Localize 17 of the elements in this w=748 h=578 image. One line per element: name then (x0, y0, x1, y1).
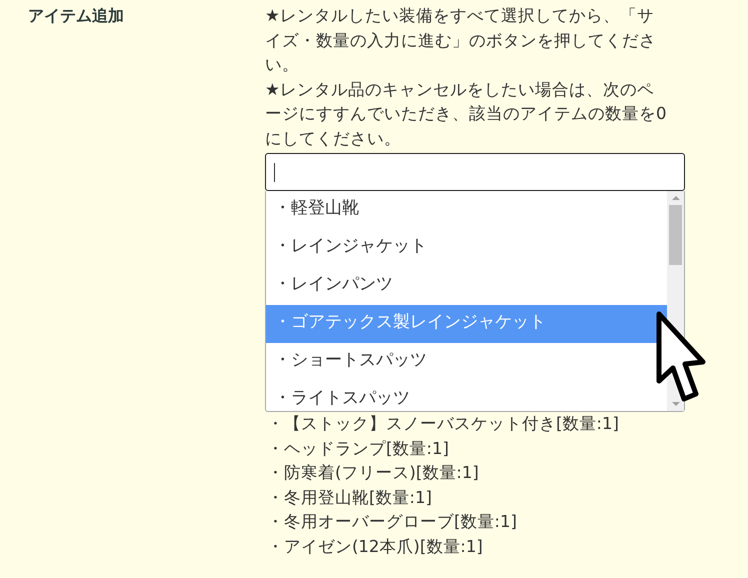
selected-item: ・冬用オーバーグローブ[数量:1] (266, 511, 518, 533)
text-cursor (274, 163, 275, 182)
selected-item: ・防寒着(フリース)[数量:1] (266, 462, 480, 484)
search-field[interactable] (265, 153, 685, 191)
dropdown-option[interactable]: ・ライトスパッツ (266, 381, 667, 411)
selected-item: ・ヘッドランプ[数量:1] (266, 438, 450, 460)
dropdown-option[interactable]: ・レインジャケット (266, 229, 667, 267)
field-label: アイテム追加 (28, 6, 124, 25)
selected-item: ・アイゼン(12本爪)[数量:1] (266, 536, 484, 558)
dropdown-option[interactable]: ・レインパンツ (266, 267, 667, 305)
selected-item: ・冬用登山靴[数量:1] (266, 486, 433, 508)
selected-item: ・【ストック】スノーバスケット付き[数量:1] (266, 413, 620, 435)
scrollbar-thumb[interactable] (669, 205, 682, 265)
instruction-text: ★レンタル品のキャンセルをしたい場合は、次のページにすすんでいただき、該当のアイテムの数量を0にしてください。 (265, 78, 668, 150)
dropdown-option[interactable]: ・軽登山靴 (266, 191, 667, 229)
scroll-up-icon[interactable] (672, 195, 680, 201)
instruction-text: ★レンタルしたい装備をすべて選択してから、「サイズ・数量の入力に進む」のボタンを押してください。 (265, 5, 657, 76)
